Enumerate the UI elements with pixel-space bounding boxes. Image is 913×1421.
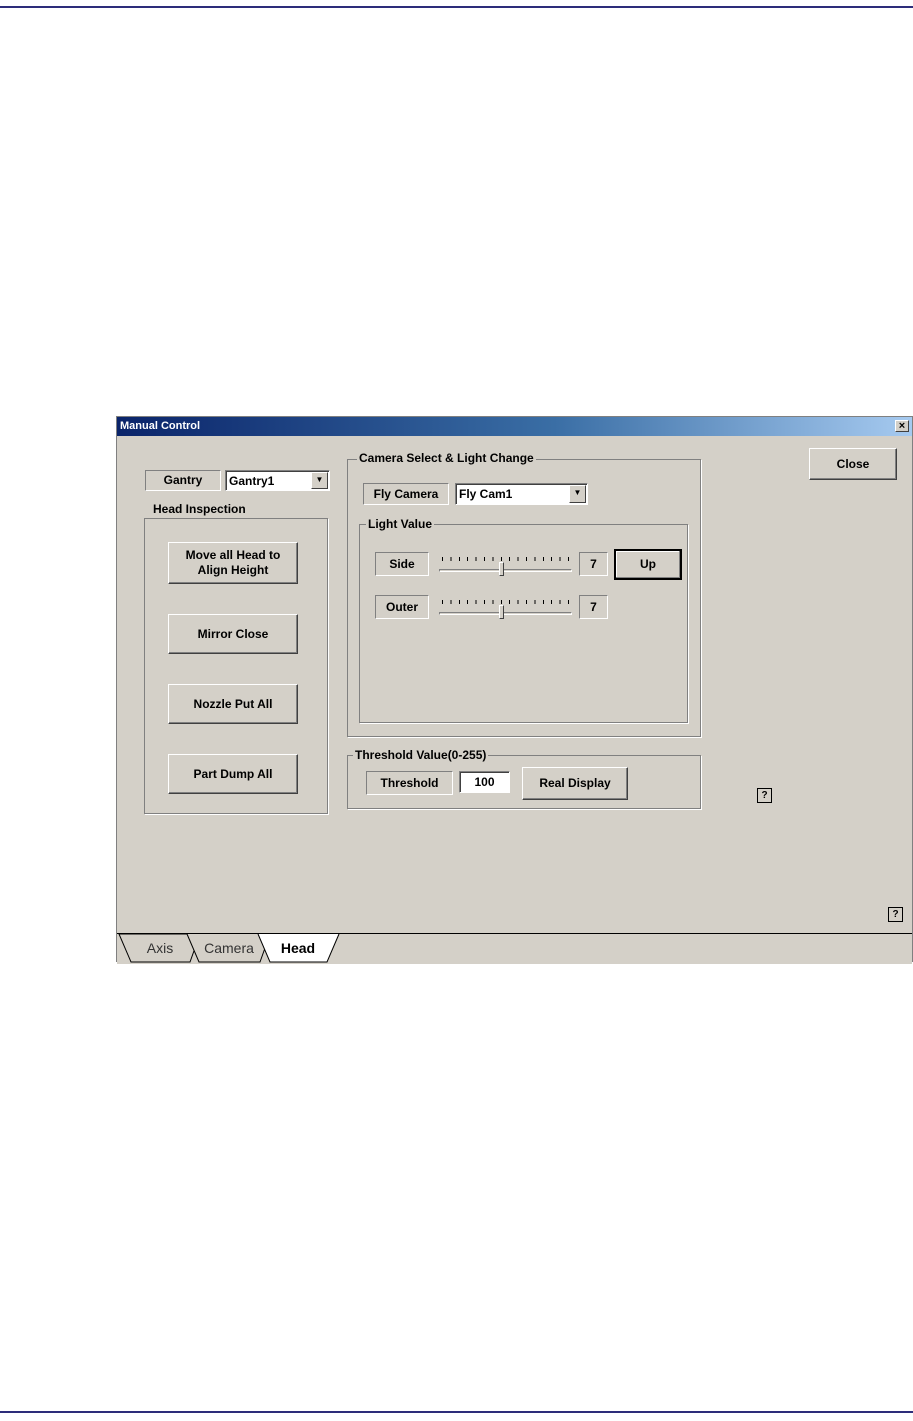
slider-track [439, 569, 572, 572]
threshold-label: Threshold [366, 771, 453, 795]
light-value-title: Light Value [366, 517, 435, 531]
nozzle-put-all-label: Nozzle Put All [193, 696, 273, 711]
window-title: Manual Control [120, 420, 201, 432]
slider-thumb[interactable] [499, 605, 504, 619]
fly-camera-label: Fly Camera [363, 483, 449, 505]
mirror-close-button[interactable]: Mirror Close [168, 614, 298, 654]
camera-select-title: Camera Select & Light Change [357, 451, 536, 465]
gantry-select-value: Gantry1 [229, 474, 275, 488]
outer-label: Outer [375, 595, 429, 619]
outer-light-slider[interactable] [439, 594, 572, 622]
side-light-slider[interactable] [439, 551, 572, 579]
gantry-select[interactable]: Gantry1 ▼ [225, 470, 330, 491]
close-button[interactable]: Close [809, 448, 897, 480]
part-dump-all-label: Part Dump All [193, 766, 273, 781]
part-dump-all-button[interactable]: Part Dump All [168, 754, 298, 794]
help-icon[interactable]: ? [757, 788, 772, 803]
real-display-button[interactable]: Real Display [522, 767, 628, 800]
mirror-close-label: Mirror Close [197, 626, 269, 641]
up-button-label: Up [640, 557, 656, 571]
move-all-head-line1: Move all Head to [185, 548, 281, 562]
side-value: 7 [579, 552, 608, 576]
chevron-down-icon[interactable]: ▼ [569, 485, 586, 503]
manual-control-window: Manual Control × Gantry Gantry1 ▼ Head I… [116, 416, 913, 964]
nozzle-put-all-button[interactable]: Nozzle Put All [168, 684, 298, 724]
move-all-head-line2: Align Height [197, 563, 269, 577]
tab-axis[interactable]: Axis [131, 934, 189, 962]
slider-track [439, 612, 572, 615]
slider-ticks [442, 600, 569, 604]
title-bar[interactable]: Manual Control × [117, 417, 912, 436]
slider-thumb[interactable] [499, 562, 504, 576]
threshold-input[interactable]: 100 [459, 771, 510, 793]
camera-select-value: Fly Cam1 [459, 487, 513, 501]
up-button[interactable]: Up [614, 549, 682, 580]
head-inspection-title: Head Inspection [151, 502, 248, 516]
real-display-label: Real Display [539, 776, 611, 790]
tab-camera[interactable]: Camera [197, 934, 261, 962]
help-icon[interactable]: ? [888, 907, 903, 922]
tab-head[interactable]: Head [269, 934, 327, 962]
outer-value: 7 [579, 595, 608, 619]
move-all-head-button[interactable]: Move all Head to Align Height [168, 542, 298, 584]
tab-bar: Axis Camera Head [117, 933, 912, 964]
window-close-icon[interactable]: × [895, 420, 909, 432]
camera-select[interactable]: Fly Cam1 ▼ [455, 483, 588, 505]
chevron-down-icon[interactable]: ▼ [311, 472, 328, 489]
side-label: Side [375, 552, 429, 576]
bottom-rule [0, 1411, 913, 1413]
gantry-label: Gantry [145, 470, 221, 491]
threshold-title: Threshold Value(0-255) [353, 748, 489, 762]
slider-ticks [442, 557, 569, 561]
close-button-label: Close [836, 456, 870, 471]
top-rule [0, 6, 913, 8]
